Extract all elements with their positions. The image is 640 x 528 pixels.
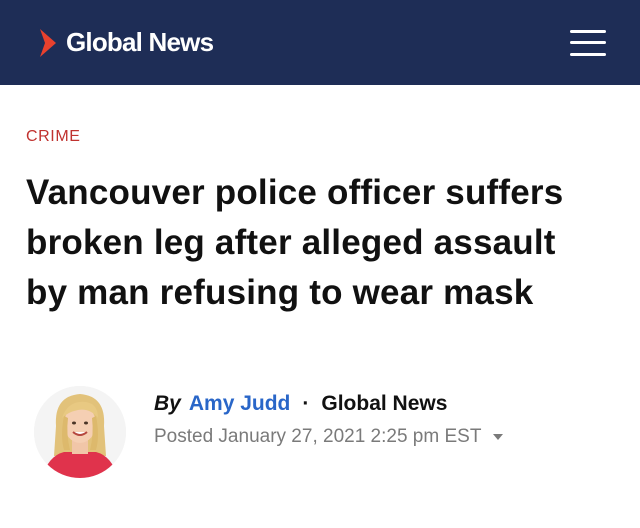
byline-source: Global News (321, 392, 448, 415)
logo-text: Global News (66, 27, 214, 57)
byline-separator: · (302, 392, 310, 415)
hamburger-menu-icon[interactable] (570, 28, 606, 58)
posted-date-toggle[interactable]: Posted January 27, 2021 2:25 pm EST (154, 426, 504, 448)
category-link[interactable]: CRIME (26, 128, 81, 146)
author-avatar[interactable] (34, 386, 126, 478)
site-header: Global News (0, 0, 640, 85)
chevron-logo-icon (40, 28, 56, 57)
caret-down-icon (493, 434, 504, 440)
byline: By Amy Judd · Global News (154, 392, 447, 416)
author-photo (34, 386, 126, 478)
article-headline: Vancouver police officer suffers broken … (26, 173, 564, 312)
global-news-logo[interactable]: Global News (38, 27, 214, 59)
posted-date: Posted January 27, 2021 2:25 pm EST (154, 426, 482, 447)
byline-by: By (154, 392, 181, 415)
author-link[interactable]: Amy Judd (189, 392, 291, 416)
byline-section: By Amy Judd · Global News Posted January… (34, 382, 624, 502)
